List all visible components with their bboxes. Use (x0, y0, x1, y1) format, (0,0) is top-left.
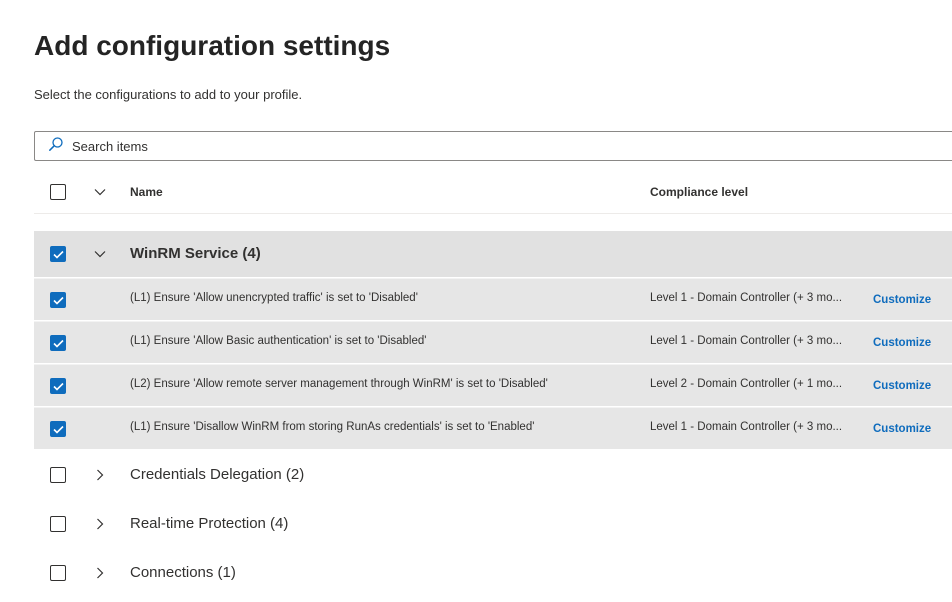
table-row[interactable]: (L1) Ensure 'Allow unencrypted traffic' … (34, 278, 952, 320)
chevron-down-icon[interactable] (93, 247, 107, 261)
group-row-connections[interactable]: Connections (1) (34, 550, 952, 596)
table-header: Name Compliance level (34, 172, 952, 214)
group-checkbox[interactable] (50, 565, 66, 581)
group-label: Connections (1) (130, 564, 236, 581)
setting-name: (L1) Ensure 'Allow Basic authentication'… (130, 335, 427, 347)
customize-link[interactable]: Customize (873, 423, 931, 435)
compliance-level: Level 1 - Domain Controller (+ 3 mo... (650, 335, 843, 347)
chevron-right-icon[interactable] (93, 517, 107, 531)
table-row[interactable]: (L1) Ensure 'Disallow WinRM from storing… (34, 407, 952, 449)
column-header-name[interactable]: Name (130, 185, 163, 199)
group-row-credentials-delegation[interactable]: Credentials Delegation (2) (34, 452, 952, 498)
group-row-real-time-protection[interactable]: Real-time Protection (4) (34, 501, 952, 547)
page-subtitle: Select the configurations to add to your… (34, 87, 303, 102)
page-title: Add configuration settings (34, 30, 391, 61)
chevron-right-icon[interactable] (93, 566, 107, 580)
customize-link[interactable]: Customize (873, 380, 931, 392)
setting-name: (L1) Ensure 'Disallow WinRM from storing… (130, 421, 535, 433)
group-checkbox[interactable] (50, 246, 66, 262)
search-box[interactable] (34, 131, 952, 161)
search-input[interactable] (72, 138, 872, 154)
group-label: Credentials Delegation (2) (130, 466, 305, 483)
row-checkbox[interactable] (50, 292, 66, 308)
row-checkbox[interactable] (50, 335, 66, 351)
table-row[interactable]: (L2) Ensure 'Allow remote server managem… (34, 364, 952, 406)
row-checkbox[interactable] (50, 421, 66, 437)
select-all-checkbox[interactable] (50, 184, 66, 200)
column-header-compliance[interactable]: Compliance level (650, 185, 748, 199)
group-row-winrm-service[interactable]: WinRM Service (4) (34, 231, 952, 277)
customize-link[interactable]: Customize (873, 294, 931, 306)
compliance-level: Level 2 - Domain Controller (+ 1 mo... (650, 378, 843, 390)
setting-name: (L1) Ensure 'Allow unencrypted traffic' … (130, 292, 418, 304)
table-row[interactable]: (L1) Ensure 'Allow Basic authentication'… (34, 321, 952, 363)
group-checkbox[interactable] (50, 467, 66, 483)
compliance-level: Level 1 - Domain Controller (+ 3 mo... (650, 421, 843, 433)
setting-name: (L2) Ensure 'Allow remote server managem… (130, 378, 548, 390)
customize-link[interactable]: Customize (873, 337, 931, 349)
group-label: WinRM Service (4) (130, 245, 261, 262)
expand-all-chevron-down-icon[interactable] (93, 185, 107, 199)
search-icon (35, 136, 64, 157)
row-checkbox[interactable] (50, 378, 66, 394)
chevron-right-icon[interactable] (93, 468, 107, 482)
group-checkbox[interactable] (50, 516, 66, 532)
compliance-level: Level 1 - Domain Controller (+ 3 mo... (650, 292, 843, 304)
group-label: Real-time Protection (4) (130, 515, 289, 532)
